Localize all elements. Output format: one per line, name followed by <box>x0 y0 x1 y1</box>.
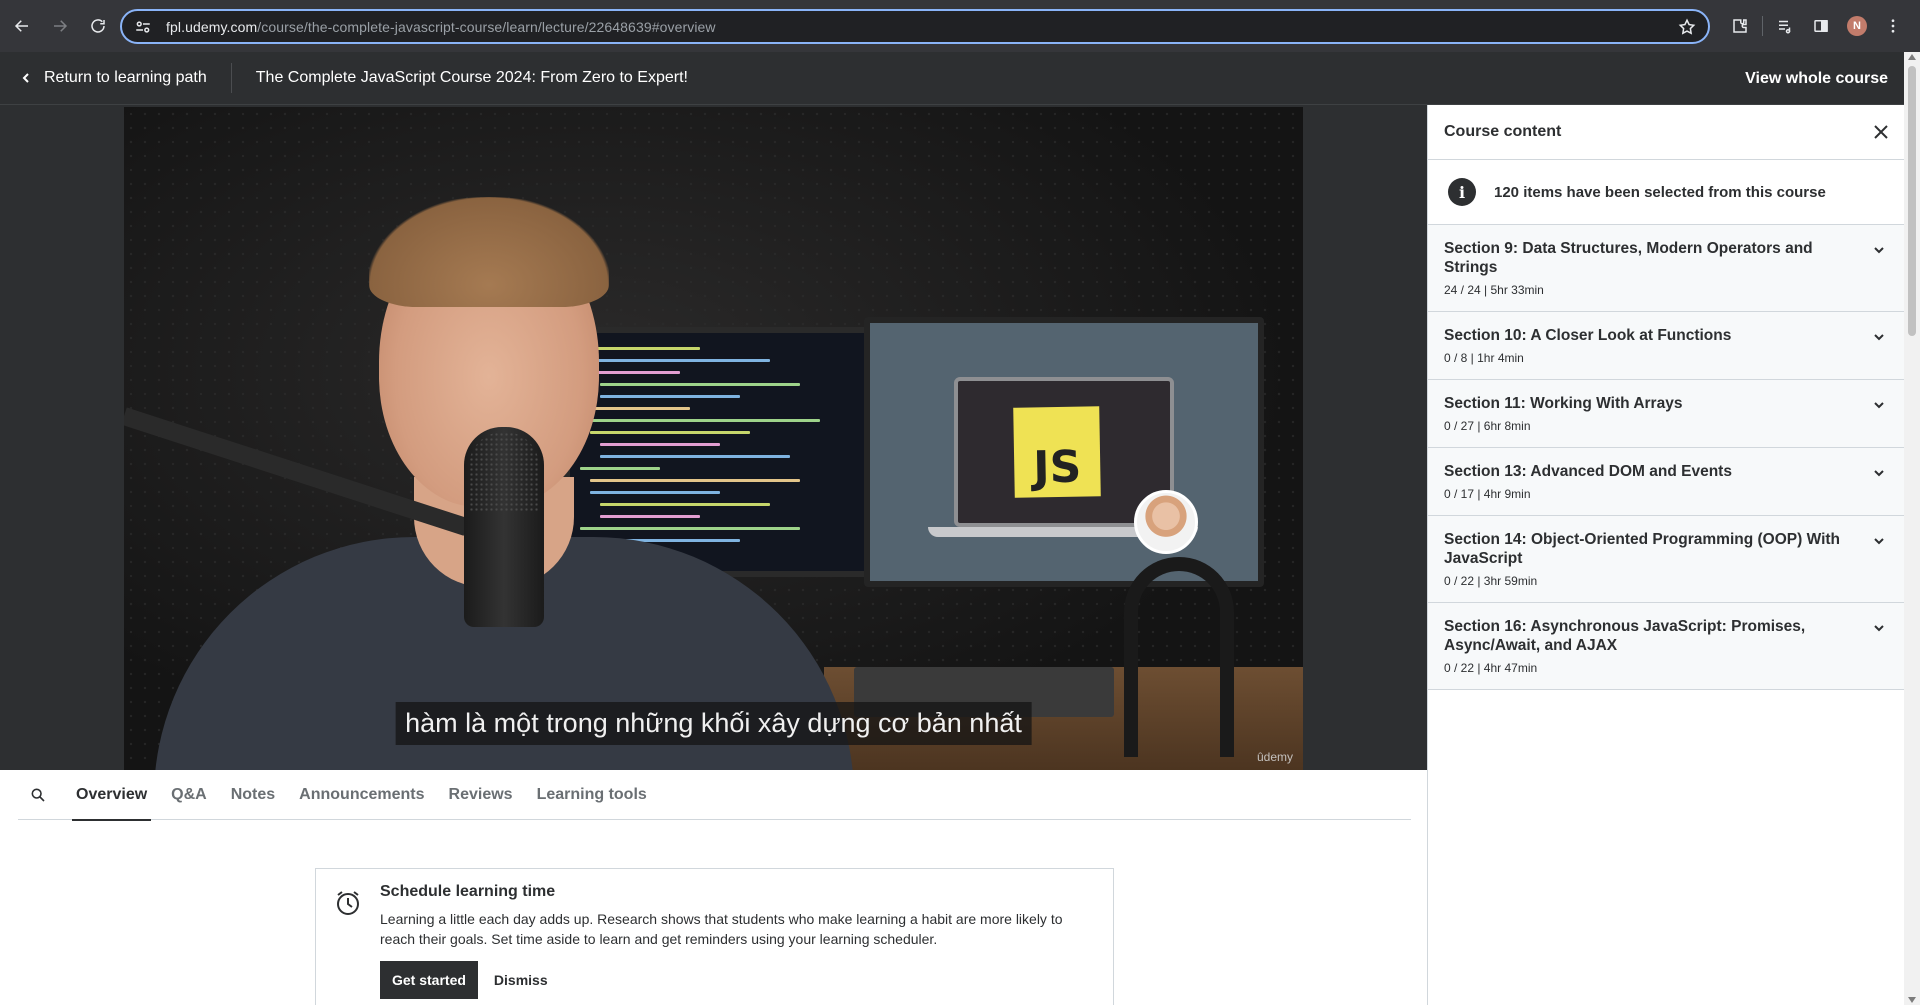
forward-icon[interactable] <box>42 8 78 44</box>
code-line <box>600 503 770 506</box>
section-meta: 0 / 27 | 6hr 8min <box>1444 419 1531 433</box>
chevron-down-icon <box>1874 247 1884 254</box>
section-item[interactable]: Section 16: Asynchronous JavaScript: Pro… <box>1428 603 1904 690</box>
section-title: Section 10: A Closer Look at Functions <box>1444 327 1732 344</box>
sidebar-title: Course content <box>1444 123 1562 140</box>
chevron-down-icon <box>1874 538 1884 545</box>
extensions-icon[interactable] <box>1722 8 1758 44</box>
chevron-down-icon <box>1874 470 1884 477</box>
bookmark-star-icon[interactable] <box>1678 18 1696 36</box>
card-description: Learning a little each day adds up. Rese… <box>380 911 1063 947</box>
get-started-button[interactable]: Get started <box>380 961 478 999</box>
side-panel-icon[interactable] <box>1803 8 1839 44</box>
code-line <box>590 491 720 494</box>
code-line <box>590 419 820 422</box>
code-line <box>580 467 660 470</box>
close-icon[interactable] <box>1872 123 1890 141</box>
chevron-left-icon <box>22 73 29 83</box>
code-line <box>600 443 720 446</box>
section-title: Section 13: Advanced DOM and Events <box>1444 463 1732 480</box>
back-icon[interactable] <box>4 8 40 44</box>
section-meta: 24 / 24 | 5hr 33min <box>1444 283 1544 297</box>
headphones <box>1124 557 1234 757</box>
section-item[interactable]: Section 13: Advanced DOM and Events 0 / … <box>1428 448 1904 516</box>
code-line <box>590 371 680 374</box>
code-line <box>600 515 700 518</box>
course-content-sidebar: Course content i 120 items have been sel… <box>1427 105 1904 1005</box>
toolbar-divider <box>1762 16 1763 36</box>
header-divider <box>230 63 232 93</box>
info-icon: i <box>1448 178 1476 206</box>
page-scrollbar[interactable] <box>1904 52 1920 1005</box>
video-subtitle: hàm là một trong những khối xây dựng cơ … <box>395 702 1032 745</box>
section-meta: 0 / 17 | 4hr 9min <box>1444 487 1531 501</box>
selection-info: i 120 items have been selected from this… <box>1428 160 1904 225</box>
code-line <box>600 455 790 458</box>
selection-info-text: 120 items have been selected from this c… <box>1494 183 1826 201</box>
code-line <box>580 407 690 410</box>
url-text: fpl.udemy.com/course/the-complete-javasc… <box>166 18 716 35</box>
view-whole-course-link[interactable]: View whole course <box>1745 52 1888 105</box>
course-title[interactable]: The Complete JavaScript Course 2024: Fro… <box>256 69 688 87</box>
search-icon[interactable] <box>18 771 58 819</box>
card-title: Schedule learning time <box>380 883 556 900</box>
menu-kebab-icon[interactable] <box>1875 8 1911 44</box>
code-line <box>580 527 800 530</box>
chevron-down-icon <box>1874 625 1884 632</box>
section-meta: 0 / 22 | 4hr 47min <box>1444 661 1538 675</box>
section-title: Section 16: Asynchronous JavaScript: Pro… <box>1444 618 1806 654</box>
section-item[interactable]: Section 9: Data Structures, Modern Opera… <box>1428 225 1904 312</box>
return-to-learning-path-link[interactable]: Return to learning path <box>0 52 231 104</box>
address-bar[interactable]: fpl.udemy.com/course/the-complete-javasc… <box>120 9 1710 44</box>
card-actions: Get started Dismiss <box>380 961 1093 999</box>
lecture-tabs: Overview Q&A Notes Announcements Reviews… <box>18 770 1411 821</box>
section-meta: 0 / 8 | 1hr 4min <box>1444 351 1524 365</box>
section-item[interactable]: Section 11: Working With Arrays 0 / 27 |… <box>1428 380 1904 448</box>
scroll-thumb[interactable] <box>1908 66 1916 336</box>
section-item[interactable]: Section 14: Object-Oriented Programming … <box>1428 516 1904 603</box>
course-header: Return to learning path The Complete Jav… <box>0 52 1904 105</box>
scroll-down-arrow[interactable] <box>1908 997 1916 1003</box>
code-line <box>590 479 800 482</box>
profile-avatar[interactable]: N <box>1839 8 1875 44</box>
tab-learning-tools[interactable]: Learning tools <box>537 770 647 820</box>
tab-announcements[interactable]: Announcements <box>299 770 424 820</box>
code-line <box>590 431 750 434</box>
instructor-avatar <box>1134 490 1198 554</box>
code-line <box>600 395 740 398</box>
site-info-icon[interactable] <box>134 18 152 36</box>
tab-qa[interactable]: Q&A <box>171 770 207 820</box>
schedule-learning-card: Schedule learning time Learning a little… <box>315 868 1114 1005</box>
section-title: Section 11: Working With Arrays <box>1444 395 1683 412</box>
js-sticky-note: JS <box>1013 406 1101 498</box>
tab-reviews[interactable]: Reviews <box>449 770 513 820</box>
chevron-down-icon <box>1874 334 1884 341</box>
code-line <box>600 383 800 386</box>
video-player[interactable]: JS hàm là một trong những khối xây dựng … <box>124 107 1303 770</box>
sidebar-header: Course content <box>1428 105 1904 160</box>
back-label: Return to learning path <box>44 69 207 86</box>
dismiss-button[interactable]: Dismiss <box>494 972 548 988</box>
microphone-grille <box>469 432 539 512</box>
scroll-up-arrow[interactable] <box>1908 54 1916 60</box>
chevron-down-icon <box>1874 402 1884 409</box>
alarm-clock-icon <box>337 891 359 915</box>
tab-overview[interactable]: Overview <box>71 770 152 821</box>
section-meta: 0 / 22 | 3hr 59min <box>1444 574 1538 588</box>
browser-toolbar: fpl.udemy.com/course/the-complete-javasc… <box>0 0 1920 52</box>
code-line <box>590 359 770 362</box>
section-title: Section 9: Data Structures, Modern Opera… <box>1444 240 1813 276</box>
media-queue-icon[interactable] <box>1767 8 1803 44</box>
profile-initial: N <box>1847 16 1867 36</box>
tab-notes[interactable]: Notes <box>231 770 275 820</box>
presenter-hair <box>369 197 609 307</box>
udemy-watermark: ûdemy <box>1256 750 1293 764</box>
section-title: Section 14: Object-Oriented Programming … <box>1444 531 1841 567</box>
video-area: JS hàm là một trong những khối xây dựng … <box>0 105 1427 770</box>
reload-icon[interactable] <box>80 8 116 44</box>
section-item[interactable]: Section 10: A Closer Look at Functions 0… <box>1428 312 1904 380</box>
